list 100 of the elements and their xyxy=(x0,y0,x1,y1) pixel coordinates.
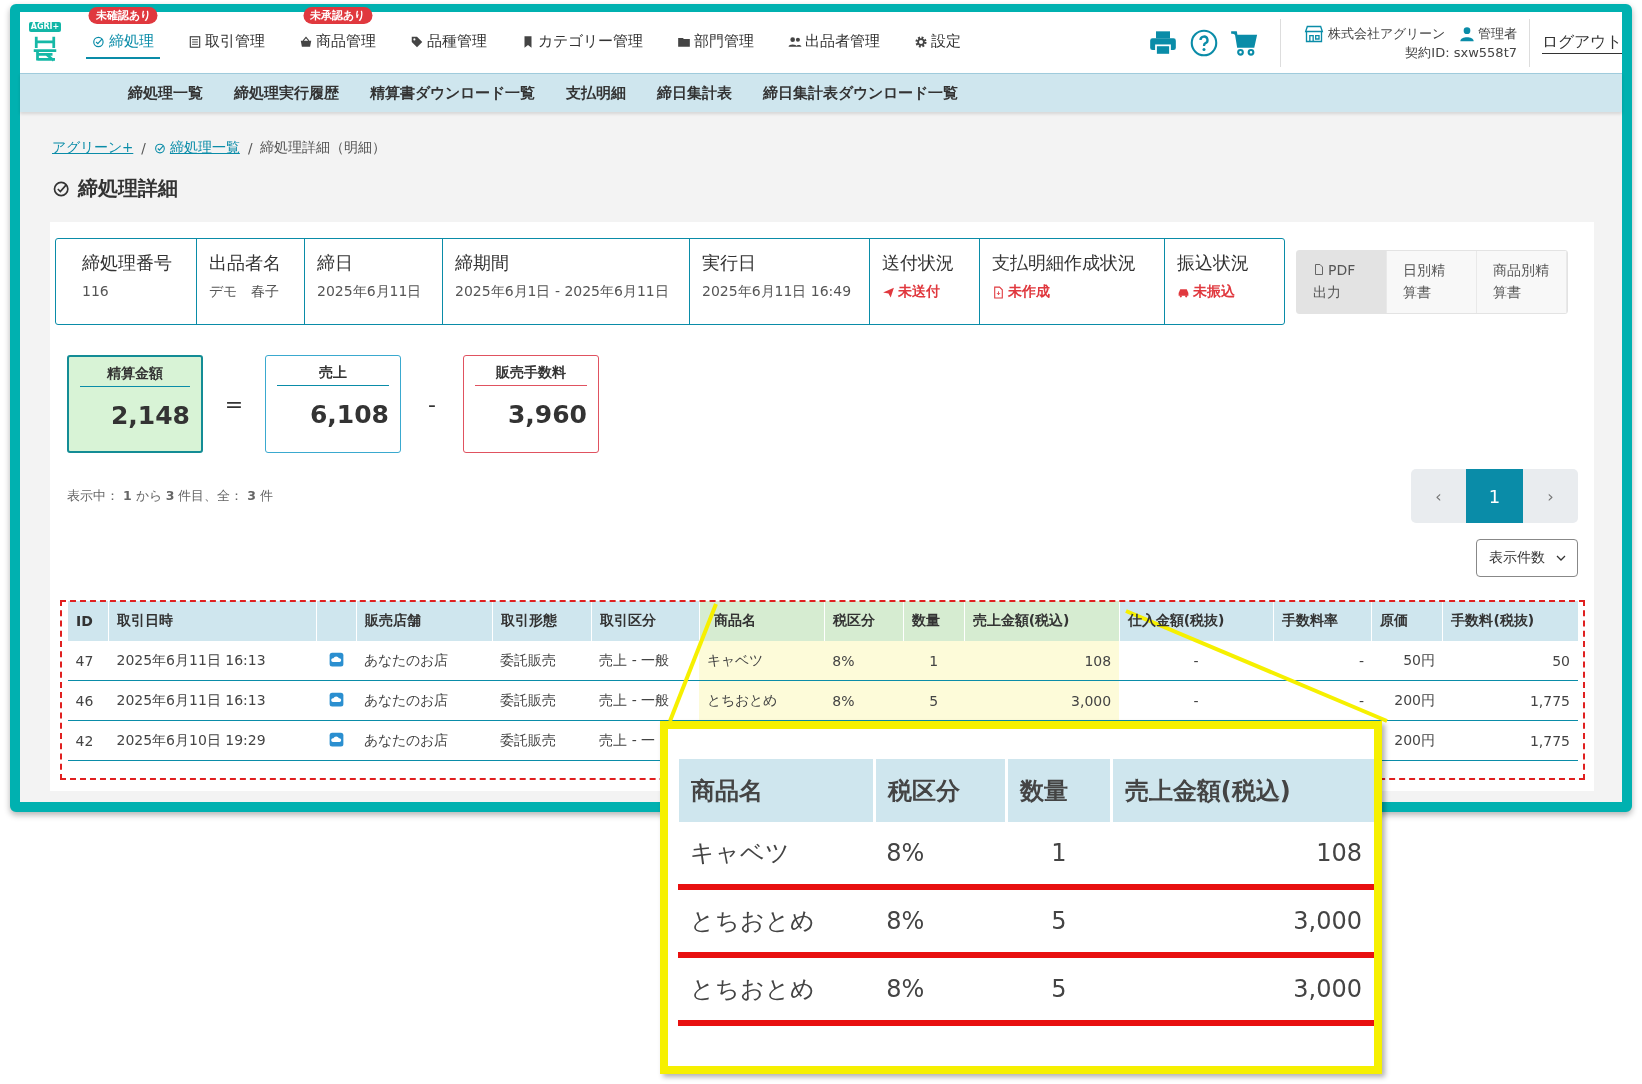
amount-label: 精算金額 xyxy=(80,365,190,387)
report-button[interactable]: 日別精 算書 xyxy=(1387,250,1477,313)
info-label: 送付状況 xyxy=(882,251,955,275)
send-icon xyxy=(882,285,895,299)
status-text: 未作成 xyxy=(1008,283,1050,301)
help-icon xyxy=(1190,28,1218,57)
table-cell: キャベツ xyxy=(699,641,825,681)
page-button[interactable]: 1 xyxy=(1466,469,1523,523)
column-header: ID xyxy=(76,613,93,629)
info-label: 支払明細作成状況 xyxy=(992,251,1137,275)
printer-icon xyxy=(1148,28,1178,57)
document-icon xyxy=(188,34,202,49)
table-cell: 8% xyxy=(874,887,1007,955)
info-value: 2025年6月11日 xyxy=(317,283,423,301)
nav-tab[interactable]: 設定 xyxy=(908,26,967,59)
info-label: 実行日 xyxy=(702,251,757,275)
table-cell: 42 xyxy=(67,720,109,761)
column-header: 商品名 xyxy=(677,759,875,822)
nav-tab[interactable]: 取引管理 xyxy=(182,26,271,59)
amount-label: 販売手数料 xyxy=(475,364,587,386)
nav-tab[interactable]: 締処理 xyxy=(86,26,160,59)
table-cell: 1,775 xyxy=(1442,720,1578,761)
table-cell: 50 xyxy=(1442,641,1578,681)
amount-label: 売上 xyxy=(277,364,389,386)
table-cell: 委託販売 xyxy=(492,641,592,681)
page-size-dropdown[interactable]: 表示件数 xyxy=(1476,539,1578,577)
table-cell: 200円 xyxy=(1371,680,1443,721)
table-cell: とちおとめ xyxy=(677,955,875,1023)
breadcrumb-link[interactable]: アグリーン+ xyxy=(52,139,134,157)
subnav-link[interactable]: 締日集計表 xyxy=(657,83,732,103)
table-cell: 47 xyxy=(67,641,109,681)
info-label: 締処理番号 xyxy=(82,251,173,275)
status-text: 未振込 xyxy=(1193,283,1235,301)
table-cell: 3,000 xyxy=(1111,955,1374,1023)
table-cell: 50円 xyxy=(1371,641,1443,681)
check-circle-icon xyxy=(92,34,106,49)
column-header: 取引形態 xyxy=(500,612,557,628)
info-label: 出品者名 xyxy=(209,251,282,275)
subnav-link[interactable]: 締処理一覧 xyxy=(128,83,203,103)
nav-tab[interactable]: 部門管理 xyxy=(671,26,760,59)
contract-id: 契約ID: sxw558t7 xyxy=(1405,43,1517,62)
breadcrumb-separator: / xyxy=(247,140,253,156)
nav-tab[interactable]: 商品管理 xyxy=(293,26,382,59)
amount-value: 2,148 xyxy=(109,401,190,430)
amount-value: 3,960 xyxy=(506,400,587,429)
table-cell: 46 xyxy=(67,680,109,721)
subnav-link[interactable]: 締日集計表ダウンロード一覧 xyxy=(763,83,958,103)
column-header: 原価 xyxy=(1380,612,1409,628)
info-value: デモ 春子 xyxy=(209,283,280,301)
table-cell: - xyxy=(1273,641,1372,681)
amount-value: 6,108 xyxy=(308,400,389,429)
result-count: 表示中： 1 から 3 件目、全： 3 件 xyxy=(67,487,273,505)
operator: = xyxy=(223,391,245,417)
table-cell: 3,000 xyxy=(1111,887,1374,955)
table-cell: とちおとめ xyxy=(699,680,825,721)
table-cell: 108 xyxy=(1111,822,1374,887)
nav-tab[interactable]: 出品者管理 xyxy=(782,26,886,59)
column-header: 商品名 xyxy=(713,612,756,628)
table-cell: 2025年6月11日 16:13 xyxy=(108,680,317,721)
file-icon xyxy=(1313,263,1325,276)
report-button[interactable]: 商品別精 算書 xyxy=(1477,250,1567,313)
nav-tab[interactable]: 品種管理 xyxy=(404,26,493,59)
user-name: 管理者 xyxy=(1478,24,1517,43)
table-cell: 108 xyxy=(964,641,1120,681)
subnav-link[interactable]: 支払明細 xyxy=(566,83,626,103)
document-icon xyxy=(992,285,1005,299)
table-cell: - xyxy=(1119,680,1274,721)
table-cell: - xyxy=(1119,641,1274,681)
basket-icon xyxy=(299,34,313,49)
table-cell: 5 xyxy=(903,680,965,721)
info-label: 締期間 xyxy=(455,251,510,275)
next-page-button[interactable]: › xyxy=(1523,469,1578,523)
cart-icon xyxy=(1230,28,1258,57)
column-header: 売上金額(税込) xyxy=(1111,759,1374,822)
cloud-icon xyxy=(328,731,344,747)
status-text: 未送付 xyxy=(898,283,940,301)
breadcrumb-link[interactable]: 締処理一覧 xyxy=(153,139,240,157)
table-cell: あなたのお店 xyxy=(356,680,493,721)
report-button[interactable]: PDF 出力 xyxy=(1297,250,1387,313)
nav-tab[interactable]: カテゴリー管理 xyxy=(515,26,649,59)
store-icon xyxy=(1303,23,1325,44)
breadcrumb-current: 締処理詳細（明細） xyxy=(260,139,387,157)
table-cell: 2025年6月11日 16:13 xyxy=(108,641,317,681)
subnav-link[interactable]: 精算書ダウンロード一覧 xyxy=(370,83,535,103)
column-header: 税区分 xyxy=(832,612,875,628)
prev-page-button[interactable]: ‹ xyxy=(1411,469,1466,523)
column-header: 売上金額(税込) xyxy=(972,612,1070,628)
cloud-icon xyxy=(328,691,344,707)
table-cell: 委託販売 xyxy=(492,720,592,761)
operator: - xyxy=(427,391,437,417)
logout-link[interactable]: ログアウト xyxy=(1542,31,1622,54)
table-cell: 8% xyxy=(824,641,904,681)
column-header: 手数料(税抜) xyxy=(1451,612,1535,628)
column-header: 販売店舗 xyxy=(364,612,421,628)
table-cell: 3,000 xyxy=(964,680,1120,721)
table-cell: とちおとめ xyxy=(677,887,875,955)
subnav-link[interactable]: 締処理実行履歴 xyxy=(234,83,339,103)
check-circle-icon xyxy=(153,141,167,155)
table-cell: 5 xyxy=(1006,955,1112,1023)
cloud-icon xyxy=(328,651,344,667)
